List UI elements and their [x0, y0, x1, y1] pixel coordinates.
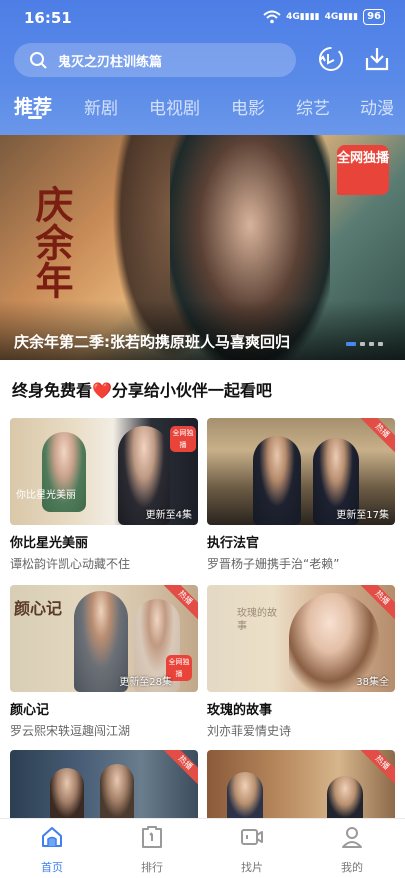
- exclusive-badge: 全网独播: [337, 145, 389, 195]
- hot-badge-label: 热播: [164, 750, 198, 784]
- nav-label: 我的: [341, 861, 363, 874]
- user-icon: [342, 827, 362, 848]
- card-title: 玫瑰的故事: [207, 703, 273, 718]
- ranking-icon: [142, 826, 162, 848]
- nav-home[interactable]: 首页: [22, 825, 82, 875]
- drama-card[interactable]: 你比星光美丽 全网独播 更新至4集 你比星光美丽 谭松韵许凯心动藏不住: [10, 418, 198, 572]
- battery-icon: 96: [363, 9, 385, 25]
- card-subtitle: 罗云熙宋轶逗趣闯江湖: [10, 724, 131, 738]
- card-thumbnail: 颜心记 全网独播 热播 更新至28集: [10, 585, 198, 692]
- carousel-dot: [360, 342, 365, 346]
- home-icon: [42, 827, 62, 847]
- hot-badge-label: 热播: [361, 750, 395, 784]
- card-title: 执行法官: [207, 536, 260, 551]
- card-subtitle: 罗晋杨子姗携手治“老赖”: [207, 557, 340, 571]
- header: 16:51 4G▮▮▮▮ 4G▮▮▮▮ 96 鬼灭之刃柱训练篇 推荐 新剧 电视…: [0, 0, 405, 135]
- hero-banner[interactable]: 庆余年 全网独播 庆余年第二季:张若昀携原班人马喜爽回归: [0, 135, 405, 360]
- video-camera-icon: [241, 829, 263, 845]
- drama-card[interactable]: 玫瑰的故事 热播 38集全 玫瑰的故事 刘亦菲爱情史诗: [207, 585, 395, 739]
- tab-variety[interactable]: 综艺: [296, 94, 330, 119]
- card-title-art: 玫瑰的故事: [237, 608, 277, 632]
- card-title-art: 颜心记: [14, 599, 63, 618]
- exclusive-badge: 全网独播: [170, 426, 196, 452]
- section-title: 终身免费看❤️分享给小伙伴一起看吧: [12, 381, 272, 400]
- banner-caption: 庆余年第二季:张若昀携原班人马喜爽回归: [14, 333, 291, 351]
- search-placeholder: 鬼灭之刃柱训练篇: [58, 54, 163, 70]
- card-thumbnail: 热播 更新至17集: [207, 418, 395, 525]
- hot-badge: 热播: [164, 750, 198, 784]
- card-subtitle: 刘亦菲爱情史诗: [207, 724, 292, 738]
- card-figure: [327, 776, 363, 818]
- nav-label: 排行: [141, 861, 163, 874]
- drama-card[interactable]: 热播: [207, 750, 395, 818]
- signal-icon: 4G▮▮▮▮: [286, 12, 320, 22]
- tab-new-drama[interactable]: 新剧: [84, 94, 118, 119]
- nav-profile[interactable]: 我的: [322, 825, 382, 875]
- download-icon[interactable]: [362, 44, 392, 74]
- nav-label: 首页: [41, 861, 63, 874]
- bottom-navigation: 首页 排行 找片 我的: [0, 818, 405, 878]
- card-figure: [253, 436, 301, 525]
- card-figure: [227, 772, 263, 818]
- card-thumbnail: 热播: [10, 750, 198, 818]
- hot-badge: 热播: [361, 585, 395, 619]
- card-figure: [100, 764, 134, 818]
- carousel-indicator[interactable]: [346, 342, 383, 346]
- hot-badge-label: 热播: [361, 418, 395, 452]
- banner-title-art: 庆余年: [29, 185, 74, 299]
- status-bar: 16:51 4G▮▮▮▮ 4G▮▮▮▮ 96: [0, 0, 405, 36]
- card-thumbnail: 你比星光美丽 全网独播 更新至4集: [10, 418, 198, 525]
- status-icons: 4G▮▮▮▮ 4G▮▮▮▮ 96: [263, 9, 385, 25]
- carousel-dot: [346, 342, 356, 346]
- episode-count: 更新至28集: [119, 677, 172, 688]
- hot-badge-label: 热播: [164, 585, 198, 619]
- card-title: 颜心记: [10, 703, 50, 718]
- drama-card[interactable]: 颜心记 全网独播 热播 更新至28集 颜心记 罗云熙宋轶逗趣闯江湖: [10, 585, 198, 739]
- tab-movies[interactable]: 电影: [231, 94, 265, 119]
- card-title: 你比星光美丽: [10, 536, 89, 551]
- status-time: 16:51: [24, 9, 72, 27]
- card-thumbnail: 玫瑰的故事 热播 38集全: [207, 585, 395, 692]
- wifi-icon: [263, 10, 281, 24]
- signal-label-2: 4G: [324, 12, 339, 22]
- episode-count: 更新至4集: [145, 510, 192, 521]
- card-figure: [50, 768, 84, 818]
- card-subtitle: 谭松韵许凯心动藏不住: [10, 557, 131, 571]
- drama-card[interactable]: 热播 更新至17集 执行法官 罗晋杨子姗携手治“老赖”: [207, 418, 395, 572]
- category-tabs: 推荐 新剧 电视剧 电影 综艺 动漫: [0, 90, 405, 130]
- episode-count: 更新至17集: [336, 510, 389, 521]
- signal-label-1: 4G: [286, 12, 300, 22]
- signal-icon-2: 4G▮▮▮▮: [324, 12, 359, 22]
- nav-ranking[interactable]: 排行: [122, 825, 182, 875]
- search-icon: [30, 52, 47, 69]
- card-thumbnail: 热播: [207, 750, 395, 818]
- tab-recommend[interactable]: 推荐: [14, 92, 52, 119]
- tab-tv-series[interactable]: 电视剧: [149, 94, 200, 119]
- carousel-dot: [378, 342, 383, 346]
- episode-count: 38集全: [356, 677, 389, 688]
- search-input[interactable]: 鬼灭之刃柱训练篇: [14, 43, 296, 77]
- nav-label: 找片: [241, 861, 263, 874]
- tab-active-indicator: [28, 116, 42, 119]
- hot-badge: 热播: [164, 585, 198, 619]
- nav-discover[interactable]: 找片: [222, 825, 282, 875]
- carousel-dot: [369, 342, 374, 346]
- tab-anime[interactable]: 动漫: [360, 94, 394, 119]
- hot-badge: 热播: [361, 418, 395, 452]
- hot-badge-label: 热播: [361, 585, 395, 619]
- drama-card[interactable]: 热播: [10, 750, 198, 818]
- history-icon[interactable]: [316, 44, 346, 74]
- hot-badge: 热播: [361, 750, 395, 784]
- card-title-art: 你比星光美丽: [16, 490, 76, 501]
